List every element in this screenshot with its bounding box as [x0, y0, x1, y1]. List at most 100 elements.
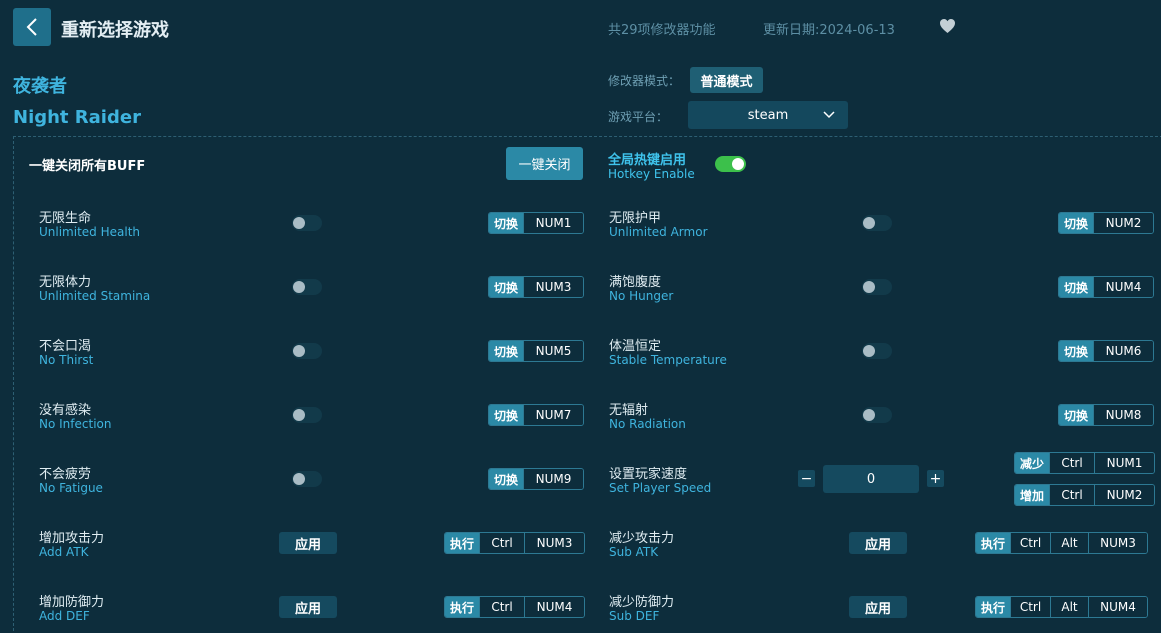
hotkey-key: Alt: [1050, 597, 1088, 617]
option-label-cn: 满饱腹度: [609, 275, 662, 290]
action-badge: 切换: [489, 405, 523, 425]
speed-value-input[interactable]: 0: [823, 465, 919, 493]
option-label-cn: 无限生命: [39, 211, 92, 226]
page-title: 重新选择游戏: [61, 20, 169, 41]
stable-temperature-toggle[interactable]: [862, 343, 892, 359]
cheat-panel: [13, 136, 1161, 633]
apply-button[interactable]: 应用: [849, 596, 907, 618]
option-label-cn: 不会疲劳: [39, 467, 92, 482]
hotkey-key: Ctrl: [1010, 597, 1050, 617]
no-radiation-toggle[interactable]: [862, 407, 892, 423]
platform-label: 游戏平台：: [608, 110, 669, 124]
hotkey-key: Alt: [1050, 533, 1088, 553]
action-badge: 切换: [489, 277, 523, 297]
hotkey-group[interactable]: 切换 NUM8: [1058, 404, 1154, 426]
hotkey-key: NUM8: [1093, 405, 1153, 425]
chevron-left-icon: [26, 18, 37, 36]
game-name-en: Night Raider: [13, 107, 141, 128]
no-infection-toggle[interactable]: [292, 407, 322, 423]
hotkey-group[interactable]: 切换 NUM3: [488, 276, 584, 298]
feature-count: 共29项修改器功能: [608, 23, 716, 38]
hotkey-group[interactable]: 切换 NUM1: [488, 212, 584, 234]
hotkey-key: Ctrl: [479, 597, 524, 617]
hotkey-group[interactable]: 执行 Ctrl NUM4: [444, 596, 585, 618]
option-label-en: Unlimited Health: [39, 225, 141, 239]
option-label-en: No Radiation: [609, 417, 686, 431]
hotkey-key: NUM3: [1088, 533, 1147, 553]
hotkey-key: NUM3: [523, 277, 583, 297]
option-label-en: No Fatigue: [39, 481, 103, 495]
option-label-en: No Thirst: [39, 353, 94, 367]
hotkey-key: NUM5: [523, 341, 583, 361]
hotkey-group[interactable]: 减少 Ctrl NUM1: [1014, 452, 1155, 474]
hotkey-group[interactable]: 切换 NUM7: [488, 404, 584, 426]
option-label-en: No Hunger: [609, 289, 674, 303]
hotkey-key: NUM2: [1094, 485, 1154, 505]
close-all-button[interactable]: 一键关闭: [506, 147, 583, 180]
unlimited-armor-toggle[interactable]: [862, 215, 892, 231]
apply-button[interactable]: 应用: [279, 532, 337, 554]
apply-button[interactable]: 应用: [279, 596, 337, 618]
action-badge: 切换: [1059, 277, 1093, 297]
action-badge: 切换: [489, 213, 523, 233]
action-badge: 切换: [1059, 213, 1093, 233]
hotkey-group[interactable]: 增加 Ctrl NUM2: [1014, 484, 1155, 506]
apply-button[interactable]: 应用: [849, 532, 907, 554]
option-label-cn: 无限护甲: [609, 211, 662, 226]
no-thirst-toggle[interactable]: [292, 343, 322, 359]
speed-increase-button[interactable]: +: [927, 470, 944, 487]
update-date: 更新日期:2024-06-13: [763, 23, 895, 38]
hotkey-group[interactable]: 执行 Ctrl NUM3: [444, 532, 585, 554]
hotkey-group[interactable]: 执行 Ctrl Alt NUM3: [975, 532, 1148, 554]
unlimited-health-toggle[interactable]: [292, 215, 322, 231]
option-label-cn: 不会口渴: [39, 339, 92, 354]
hotkey-key: Ctrl: [1049, 485, 1094, 505]
option-label-en: Set Player Speed: [609, 481, 712, 495]
option-label-en: No Infection: [39, 417, 112, 431]
no-fatigue-toggle[interactable]: [292, 471, 322, 487]
favorite-heart-icon[interactable]: [939, 18, 956, 38]
hotkey-group[interactable]: 切换 NUM4: [1058, 276, 1154, 298]
hotkey-key: NUM1: [523, 213, 583, 233]
hotkey-key: NUM6: [1093, 341, 1153, 361]
hotkey-key: NUM7: [523, 405, 583, 425]
mode-button[interactable]: 普通模式: [690, 67, 763, 93]
option-label-cn: 减少攻击力: [609, 531, 675, 546]
hotkey-key: NUM2: [1093, 213, 1153, 233]
action-badge: 增加: [1015, 485, 1049, 505]
action-badge: 执行: [445, 597, 479, 617]
option-label-cn: 设置玩家速度: [609, 467, 688, 482]
hotkey-enable-toggle[interactable]: [715, 156, 746, 172]
hotkey-enable-label-en: Hotkey Enable: [608, 167, 695, 181]
chevron-down-icon: [823, 111, 835, 119]
action-badge: 减少: [1015, 453, 1049, 473]
speed-decrease-button[interactable]: −: [798, 470, 815, 487]
hotkey-key: Ctrl: [1049, 453, 1094, 473]
action-badge: 切换: [489, 469, 523, 489]
option-label-en: Sub DEF: [609, 609, 660, 623]
hotkey-group[interactable]: 切换 NUM6: [1058, 340, 1154, 362]
action-badge: 切换: [1059, 341, 1093, 361]
hotkey-group[interactable]: 切换 NUM5: [488, 340, 584, 362]
action-badge: 执行: [976, 597, 1010, 617]
hotkey-group[interactable]: 执行 Ctrl Alt NUM4: [975, 596, 1148, 618]
option-label-en: Add ATK: [39, 545, 89, 559]
hotkey-key: NUM9: [523, 469, 583, 489]
no-hunger-toggle[interactable]: [862, 279, 892, 295]
option-label-en: Unlimited Armor: [609, 225, 708, 239]
hotkey-enable-label-cn: 全局热键启用: [608, 153, 687, 168]
hotkey-key: NUM1: [1094, 453, 1154, 473]
back-button[interactable]: [13, 8, 51, 46]
option-label-cn: 减少防御力: [609, 595, 675, 610]
option-label-cn: 增加攻击力: [39, 531, 105, 546]
option-label-en: Stable Temperature: [609, 353, 727, 367]
hotkey-group[interactable]: 切换 NUM2: [1058, 212, 1154, 234]
action-badge: 切换: [489, 341, 523, 361]
option-label-cn: 无限体力: [39, 275, 92, 290]
unlimited-stamina-toggle[interactable]: [292, 279, 322, 295]
platform-select[interactable]: steam: [688, 101, 848, 129]
game-name-cn: 夜袭者: [13, 76, 67, 97]
hotkey-group[interactable]: 切换 NUM9: [488, 468, 584, 490]
action-badge: 执行: [445, 533, 479, 553]
hotkey-key: Ctrl: [479, 533, 524, 553]
